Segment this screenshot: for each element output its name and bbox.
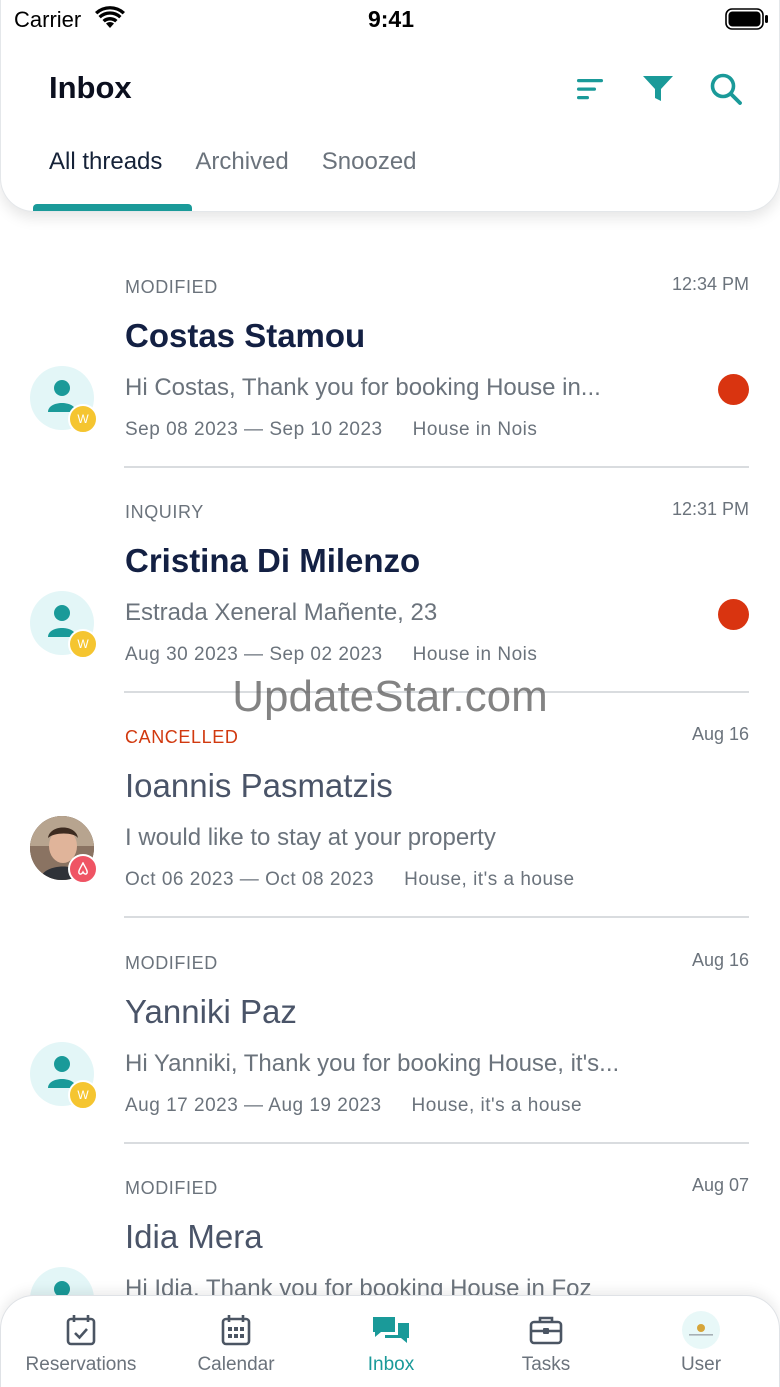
page-title: Inbox — [49, 70, 132, 105]
tab-archived[interactable]: Archived — [195, 148, 288, 176]
thread-time: Aug 16 — [691, 724, 749, 744]
property-name: House, it's a house — [404, 869, 575, 890]
thread-status: INQUIRY — [125, 502, 204, 522]
tab-label: Calendar — [197, 1354, 275, 1375]
bottom-tab-bar: Reservations Calendar Inbox Tasks User — [0, 1295, 780, 1387]
airbnb-icon — [68, 854, 98, 884]
inbox-header: Carrier 9:41 Inbox All threads Archived … — [0, 0, 780, 212]
message-preview: I would like to stay at your property — [125, 824, 496, 851]
unread-indicator — [718, 374, 749, 405]
filter-icon[interactable] — [639, 70, 677, 108]
thread-row[interactable]: MODIFIED 12:34 PM W Costas Stamou Hi Cos… — [0, 212, 780, 468]
sort-icon[interactable] — [571, 70, 609, 108]
guest-name: Yanniki Paz — [125, 993, 297, 1030]
thread-tabs: All threads Archived Snoozed — [49, 148, 450, 176]
calendar-check-icon — [3, 1314, 159, 1346]
thread-status: MODIFIED — [125, 1178, 218, 1198]
tab-calendar[interactable]: Calendar — [158, 1296, 314, 1387]
active-tab-indicator — [33, 204, 192, 211]
tab-label: User — [680, 1354, 722, 1375]
thread-time: Aug 07 — [691, 1175, 749, 1195]
thread-row[interactable]: INQUIRY 12:31 PM W Cristina Di Milenzo E… — [0, 437, 780, 693]
tab-user[interactable]: User — [623, 1296, 779, 1387]
guest-name: Costas Stamou — [125, 317, 366, 354]
tab-label: Tasks — [521, 1354, 571, 1375]
status-bar: Carrier 9:41 — [1, 0, 780, 40]
tab-tasks[interactable]: Tasks — [468, 1296, 624, 1387]
guest-name: Idia Mera — [125, 1218, 263, 1255]
tab-label: Reservations — [25, 1354, 137, 1375]
tab-snoozed[interactable]: Snoozed — [322, 148, 417, 176]
thread-time: 12:31 PM — [671, 499, 749, 519]
briefcase-icon — [468, 1314, 624, 1346]
tab-reservations[interactable]: Reservations — [3, 1296, 159, 1387]
clock: 9:41 — [367, 6, 415, 32]
channel-badge: W — [68, 629, 98, 659]
battery-icon — [725, 8, 769, 30]
thread-time: Aug 16 — [691, 950, 749, 970]
search-icon[interactable] — [707, 70, 745, 108]
guest-name: Ioannis Pasmatzis — [125, 767, 393, 804]
tab-inbox[interactable]: Inbox — [313, 1296, 469, 1387]
message-preview: Estrada Xeneral Mañente, 23 — [125, 599, 438, 626]
message-preview: Hi Yanniki, Thank you for booking House,… — [125, 1050, 620, 1077]
user-logo-icon — [623, 1311, 779, 1349]
tab-all-threads[interactable]: All threads — [49, 148, 162, 176]
tab-label: Inbox — [367, 1354, 415, 1375]
stay-dates: Oct 06 2023 — Oct 08 2023 — [125, 869, 375, 890]
message-preview: Hi Costas, Thank you for booking House i… — [125, 374, 601, 401]
thread-row[interactable]: CANCELLED Aug 16 Ioannis Pasmatzis I wou… — [0, 662, 780, 918]
thread-status: MODIFIED — [125, 277, 218, 297]
thread-status: CANCELLED — [125, 727, 239, 747]
channel-badge: W — [68, 404, 98, 434]
thread-time: 12:34 PM — [671, 274, 749, 294]
guest-name: Cristina Di Milenzo — [125, 542, 421, 579]
chat-bubbles-icon — [313, 1314, 469, 1346]
thread-row[interactable]: MODIFIED Aug 16 W Yanniki Paz Hi Yanniki… — [0, 888, 780, 1144]
calendar-grid-icon — [158, 1314, 314, 1346]
channel-badge: W — [68, 1080, 98, 1110]
unread-indicator — [718, 599, 749, 630]
thread-status: MODIFIED — [125, 953, 218, 973]
